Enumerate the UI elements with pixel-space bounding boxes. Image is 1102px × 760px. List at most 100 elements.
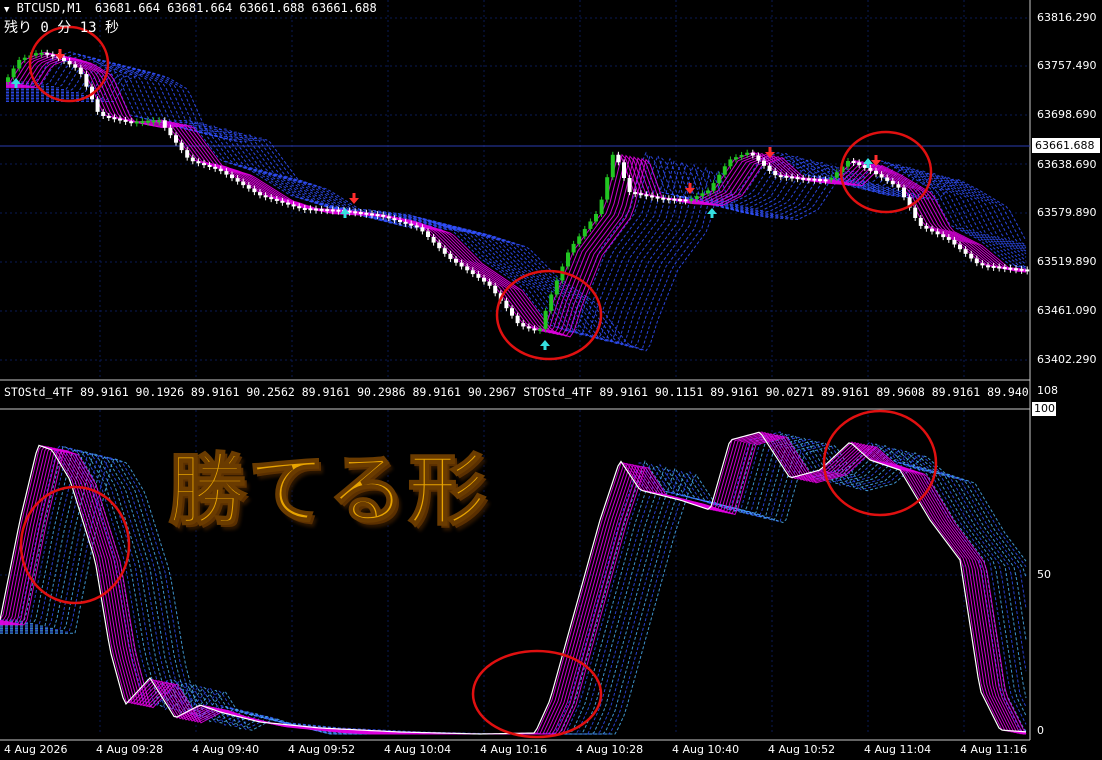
candle-bear bbox=[627, 178, 632, 193]
candle-bear bbox=[997, 266, 1002, 269]
candle-bull bbox=[728, 159, 733, 167]
candle-bear bbox=[857, 162, 862, 166]
candle-bear bbox=[118, 118, 122, 121]
candle-bear bbox=[381, 214, 386, 217]
time-tick: 4 Aug 2026 bbox=[4, 743, 68, 756]
candle-bear bbox=[851, 161, 856, 163]
ribbon-line-blue bbox=[6, 56, 1027, 337]
indicator-axis-max: 108 bbox=[1037, 384, 1058, 397]
candle-bear bbox=[241, 181, 246, 186]
candle-bear bbox=[874, 170, 878, 175]
candle-bear bbox=[426, 231, 430, 237]
candle-bear bbox=[392, 218, 397, 221]
candle-bear bbox=[252, 188, 257, 193]
candle-bear bbox=[896, 184, 901, 188]
osc-line-blue bbox=[0, 437, 1027, 735]
candle-bear bbox=[493, 285, 498, 294]
candle-bear bbox=[454, 258, 458, 263]
candle-bear bbox=[162, 120, 167, 128]
candle-bull bbox=[706, 190, 710, 194]
candle-bull bbox=[834, 172, 839, 178]
candle-bull bbox=[717, 174, 722, 184]
candle-bear bbox=[302, 208, 307, 211]
ribbon-line-blue bbox=[6, 63, 1027, 345]
candle-bull bbox=[577, 236, 582, 244]
time-tick: 4 Aug 11:04 bbox=[864, 743, 932, 756]
candle-bear bbox=[414, 225, 419, 228]
candle-bear bbox=[521, 323, 526, 327]
candle-bear bbox=[941, 234, 946, 238]
candle-bear bbox=[274, 198, 279, 201]
candle-bear bbox=[655, 196, 660, 199]
signal-arrows bbox=[11, 49, 881, 350]
candle-bull bbox=[846, 161, 850, 167]
candle-bull bbox=[689, 198, 694, 201]
candle-bear bbox=[168, 127, 173, 136]
indicator-level-0: 0 bbox=[1037, 724, 1044, 737]
candle-bull bbox=[554, 280, 559, 295]
candle-bear bbox=[230, 174, 234, 179]
candle-bear bbox=[437, 242, 442, 249]
candle-bull bbox=[829, 177, 834, 180]
candle-bear bbox=[224, 171, 229, 175]
candle-bear bbox=[202, 163, 206, 166]
candle-bear bbox=[818, 179, 822, 182]
time-tick: 4 Aug 10:52 bbox=[768, 743, 836, 756]
candle-bull bbox=[700, 193, 705, 197]
candle-bear bbox=[174, 135, 178, 143]
candle-bull bbox=[17, 59, 22, 69]
price-tick: 63579.890 bbox=[1037, 206, 1097, 219]
candle-bear bbox=[476, 274, 481, 278]
candle-bear bbox=[952, 239, 957, 245]
buy-arrow-icon bbox=[540, 340, 550, 350]
highlight-circle-osc-peak-left bbox=[19, 485, 131, 605]
candle-bear bbox=[510, 308, 514, 316]
chart-canvas[interactable] bbox=[0, 0, 1102, 760]
candle-bull bbox=[39, 52, 44, 55]
price-tick: 63757.490 bbox=[1037, 59, 1097, 72]
indicator-level-badge: 100 bbox=[1032, 402, 1056, 416]
candle-bull bbox=[140, 121, 145, 124]
candle-bear bbox=[45, 52, 50, 55]
candle-bear bbox=[823, 179, 828, 182]
osc-line-magenta bbox=[0, 431, 1027, 735]
candle-bear bbox=[213, 166, 218, 169]
candle-bear bbox=[196, 161, 201, 164]
current-price-badge: 63661.688 bbox=[1032, 138, 1100, 153]
candle-bear bbox=[465, 266, 470, 271]
sell-arrow-icon bbox=[685, 183, 695, 194]
candle-bear bbox=[902, 187, 906, 198]
candle-bear bbox=[683, 199, 688, 202]
time-tick: 4 Aug 09:52 bbox=[288, 743, 356, 756]
price-tick: 63698.690 bbox=[1037, 108, 1097, 121]
candle-bear bbox=[672, 198, 677, 201]
candle-bear bbox=[806, 178, 811, 181]
candle-bear bbox=[67, 61, 72, 65]
candle-bear bbox=[185, 150, 190, 158]
candle-bear bbox=[403, 221, 408, 224]
candle-bear bbox=[622, 162, 626, 178]
candle-bear bbox=[358, 212, 363, 215]
candle-bear bbox=[319, 208, 324, 211]
candle-bear bbox=[364, 212, 369, 215]
candle-bear bbox=[123, 119, 128, 122]
price-tick: 63402.290 bbox=[1037, 353, 1097, 366]
candle-bull bbox=[146, 120, 150, 123]
candle-bull bbox=[739, 154, 744, 158]
candle-bear bbox=[935, 231, 940, 235]
candle-bull bbox=[134, 121, 139, 124]
osc-line-blue bbox=[0, 431, 1027, 735]
ribbon-line-magenta bbox=[6, 56, 1027, 337]
time-tick: 4 Aug 10:16 bbox=[480, 743, 548, 756]
buy-arrow-icon bbox=[707, 208, 717, 218]
triangle-down-icon[interactable]: ▼ bbox=[4, 5, 9, 15]
osc-line-blue bbox=[0, 440, 1027, 735]
sell-arrow-icon bbox=[349, 193, 359, 204]
candle-bull bbox=[566, 252, 570, 267]
candle-bear bbox=[448, 253, 453, 259]
candle-bear bbox=[773, 170, 778, 176]
candle-bear bbox=[62, 57, 66, 61]
candle-bear bbox=[258, 192, 262, 196]
candle-bull bbox=[711, 183, 716, 191]
ribbon-line-blue bbox=[6, 60, 1027, 342]
